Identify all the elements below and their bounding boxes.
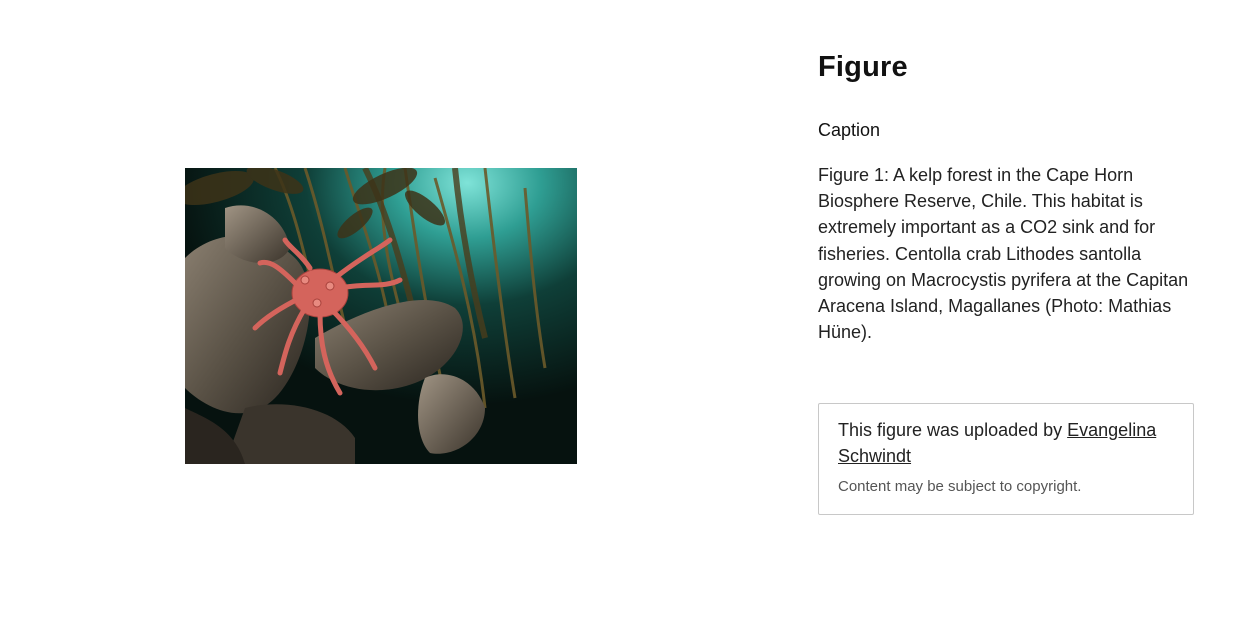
caption-text: Figure 1: A kelp forest in the Cape Horn… (818, 165, 1189, 343)
figure-viewer: Figure Caption Figure 1: A kelp forest i… (0, 0, 1238, 629)
figure-heading: Figure (818, 51, 908, 83)
caption-label: Caption (818, 120, 881, 140)
upload-prefix: This figure was uploaded by (838, 420, 1068, 440)
upload-info-box: This figure was uploaded by Evangelina S… (818, 403, 1194, 515)
copyright-note: Content may be subject to copyright. (838, 478, 1082, 495)
figure-details: Figure Caption Figure 1: A kelp forest i… (818, 46, 1198, 345)
figure-image[interactable] (185, 168, 577, 464)
upload-attribution: This figure was uploaded by Evangelina S… (838, 417, 1175, 469)
kelp-crab-photo (185, 168, 577, 464)
